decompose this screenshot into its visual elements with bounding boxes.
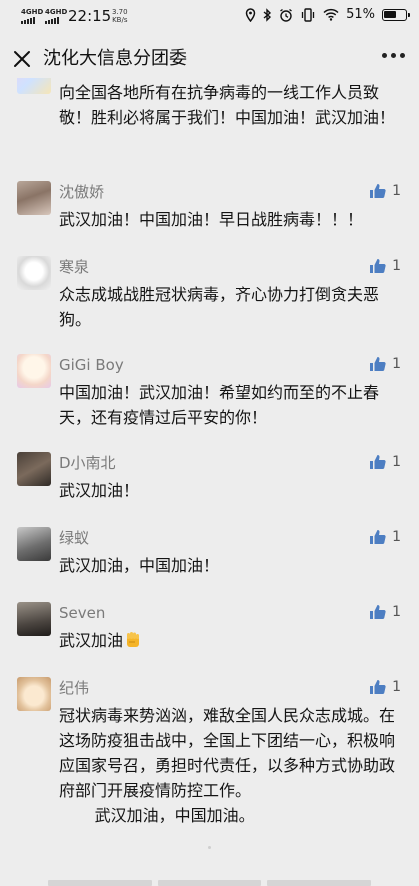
commenter-name[interactable]: 绿蚁	[59, 527, 89, 549]
signal-icon-sim2: 4GHD	[45, 9, 67, 24]
comment-text-content: 武汉加油	[59, 631, 124, 650]
bluetooth-icon	[263, 7, 272, 22]
raised-fist-emoji	[127, 632, 140, 647]
like-button[interactable]: 1	[369, 258, 401, 274]
network-speed: 3.70 KB/s	[112, 8, 128, 24]
avatar[interactable]	[17, 452, 51, 486]
like-button[interactable]: 1	[369, 454, 401, 470]
status-bar: 4GHD 4GHD 22:15 3.70 KB/s 51%	[0, 0, 419, 34]
comment-text: 武汉加油！	[59, 481, 140, 500]
thumbs-up-icon	[370, 259, 386, 274]
avatar[interactable]	[17, 354, 51, 388]
commenter-name[interactable]: GiGi Boy	[59, 354, 124, 376]
thumbs-up-icon	[370, 455, 386, 470]
commenter-name[interactable]: 沈傲娇	[59, 181, 104, 203]
comment-text: 众志成城战胜冠状病毒，齐心协力打倒贪夫恶狗。	[59, 285, 380, 329]
speed-unit: KB/s	[112, 16, 128, 24]
alarm-icon	[280, 8, 293, 22]
thumbs-up-icon	[370, 680, 386, 695]
like-count: 1	[392, 679, 401, 695]
comment-text: 武汉加油，中国加油！	[59, 556, 220, 575]
like-count: 1	[392, 183, 401, 199]
commenter-name[interactable]: Seven	[59, 602, 105, 624]
avatar[interactable]	[17, 602, 51, 636]
clock: 22:15	[68, 7, 112, 25]
avatar[interactable]	[17, 527, 51, 561]
comment-text: 武汉加油！中国加油！早日战胜病毒！！！	[59, 210, 364, 229]
commenter-name[interactable]: 纪伟	[59, 677, 89, 699]
commenter-name[interactable]: 寒泉	[59, 256, 89, 278]
thumbs-up-icon	[370, 357, 386, 372]
signal-icon-sim1: 4GHD	[21, 9, 43, 24]
more-icon[interactable]	[382, 53, 405, 58]
commenter-name[interactable]: D小南北	[59, 452, 116, 474]
avatar[interactable]	[17, 256, 51, 290]
end-of-list-dot	[208, 846, 211, 849]
like-button[interactable]: 1	[369, 529, 401, 545]
location-icon	[245, 7, 256, 22]
avatar[interactable]	[17, 78, 51, 94]
like-button[interactable]: 1	[369, 604, 401, 620]
thumbs-up-icon	[370, 530, 386, 545]
like-button[interactable]: 1	[369, 183, 401, 199]
comment-text: 中国加油！武汉加油！希望如约而至的不止春天，还有疫情过后平安的你！	[59, 383, 380, 427]
avatar[interactable]	[17, 181, 51, 215]
sim1-label: 4GHD	[21, 8, 44, 16]
comment-text: 向全国各地所有在抗争病毒的一线工作人员致敬！胜利必将属于我们！中国加油！武汉加油…	[59, 83, 396, 127]
comment-list[interactable]: 向全国各地所有在抗争病毒的一线工作人员致敬！胜利必将属于我们！中国加油！武汉加油…	[0, 78, 419, 886]
nav-bar: 沈化大信息分团委	[0, 40, 419, 78]
avatar[interactable]	[17, 677, 51, 711]
thumbs-up-icon	[370, 605, 386, 620]
bottom-toolbar	[0, 880, 419, 886]
wifi-icon	[323, 8, 339, 21]
page-title: 沈化大信息分团委	[43, 48, 187, 69]
sim2-label: 4GHD	[45, 8, 68, 16]
like-count: 1	[392, 454, 401, 470]
like-button[interactable]: 1	[369, 679, 401, 695]
like-button[interactable]: 1	[369, 356, 401, 372]
vibrate-icon	[301, 7, 315, 22]
comment-text: 武汉加油	[59, 628, 404, 653]
battery-percent: 51%	[346, 7, 375, 22]
thumbs-up-icon	[370, 184, 386, 199]
speed-value: 3.70	[112, 8, 128, 16]
like-count: 1	[392, 258, 401, 274]
like-count: 1	[392, 604, 401, 620]
like-count: 1	[392, 529, 401, 545]
like-count: 1	[392, 356, 401, 372]
status-icons: 51%	[245, 7, 410, 22]
close-icon[interactable]	[12, 49, 32, 69]
comment-text: 冠状病毒来势汹汹，难敌全国人民众志成城。在这场防疫狙击战中，全国上下团结一心，积…	[59, 706, 396, 825]
battery-icon	[382, 8, 410, 21]
